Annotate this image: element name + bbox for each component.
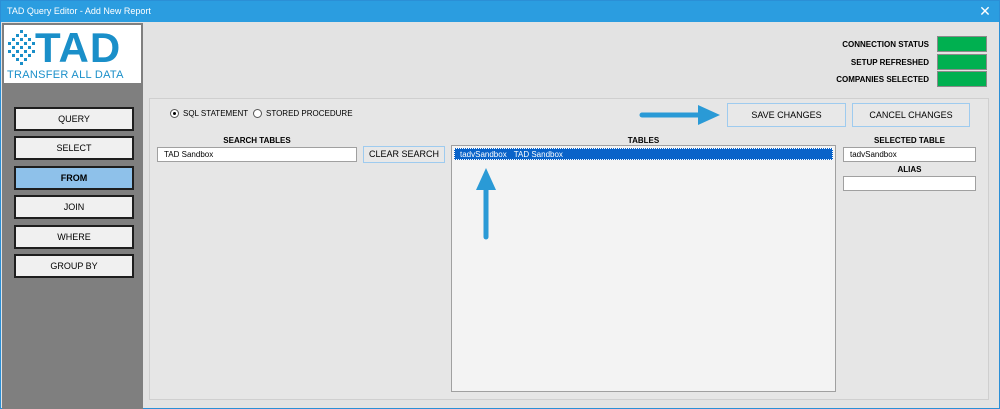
connection-status-indicator xyxy=(937,36,987,52)
sql-statement-radio[interactable]: SQL STATEMENT xyxy=(170,109,248,118)
tables-label: TABLES xyxy=(627,136,660,145)
window-title: TAD Query Editor - Add New Report xyxy=(7,6,151,16)
nav-select-button[interactable]: SELECT xyxy=(14,136,134,160)
clear-search-button[interactable]: CLEAR SEARCH xyxy=(363,146,445,163)
search-tables-input[interactable]: TAD Sandbox xyxy=(157,147,357,162)
setup-refreshed-label: SETUP REFRESHED xyxy=(850,58,929,67)
selected-table-label: SELECTED TABLE xyxy=(874,136,945,145)
tad-query-editor-window: TAD Query Editor - Add New Report ✕ TAD … xyxy=(0,0,1000,409)
nav-query-button[interactable]: QUERY xyxy=(14,107,134,131)
radio-unselected-icon xyxy=(253,109,262,118)
nav-from-button[interactable]: FROM xyxy=(14,166,134,190)
radio-selected-icon xyxy=(170,109,179,118)
tad-logo: TAD TRANSFER ALL DATA xyxy=(4,25,141,83)
nav-join-button[interactable]: JOIN xyxy=(14,195,134,219)
nav-where-button[interactable]: WHERE xyxy=(14,225,134,249)
logo-text: TAD xyxy=(35,24,122,71)
companies-selected-indicator xyxy=(937,71,987,87)
table-row-name: tadvSandbox xyxy=(460,150,507,159)
title-bar: TAD Query Editor - Add New Report ✕ xyxy=(1,1,999,22)
setup-refreshed-indicator xyxy=(937,54,987,70)
connection-status-label: CONNECTION STATUS xyxy=(842,40,929,49)
close-icon[interactable]: ✕ xyxy=(971,1,999,22)
tables-listbox[interactable]: tadvSandbox TAD Sandbox xyxy=(451,145,836,392)
logo-tagline: TRANSFER ALL DATA xyxy=(7,69,124,81)
alias-input[interactable] xyxy=(843,176,976,191)
stored-procedure-label: STORED PROCEDURE xyxy=(266,109,353,118)
sql-statement-label: SQL STATEMENT xyxy=(183,109,249,118)
cancel-changes-button[interactable]: CANCEL CHANGES xyxy=(852,103,970,127)
alias-label: ALIAS xyxy=(897,165,922,174)
nav-group-by-button[interactable]: GROUP BY xyxy=(14,254,134,278)
selected-table-field: tadvSandbox xyxy=(843,147,976,162)
logo-mark-icon xyxy=(8,30,35,65)
table-row[interactable]: tadvSandbox TAD Sandbox xyxy=(454,148,833,160)
stored-procedure-radio[interactable]: STORED PROCEDURE xyxy=(253,109,353,118)
save-changes-button[interactable]: SAVE CHANGES xyxy=(727,103,846,127)
companies-selected-label: COMPANIES SELECTED xyxy=(836,75,929,84)
table-row-description: TAD Sandbox xyxy=(513,150,563,159)
search-tables-label: SEARCH TABLES xyxy=(223,136,291,145)
sidebar: TAD TRANSFER ALL DATA QUERY SELECT FROM … xyxy=(2,23,143,409)
